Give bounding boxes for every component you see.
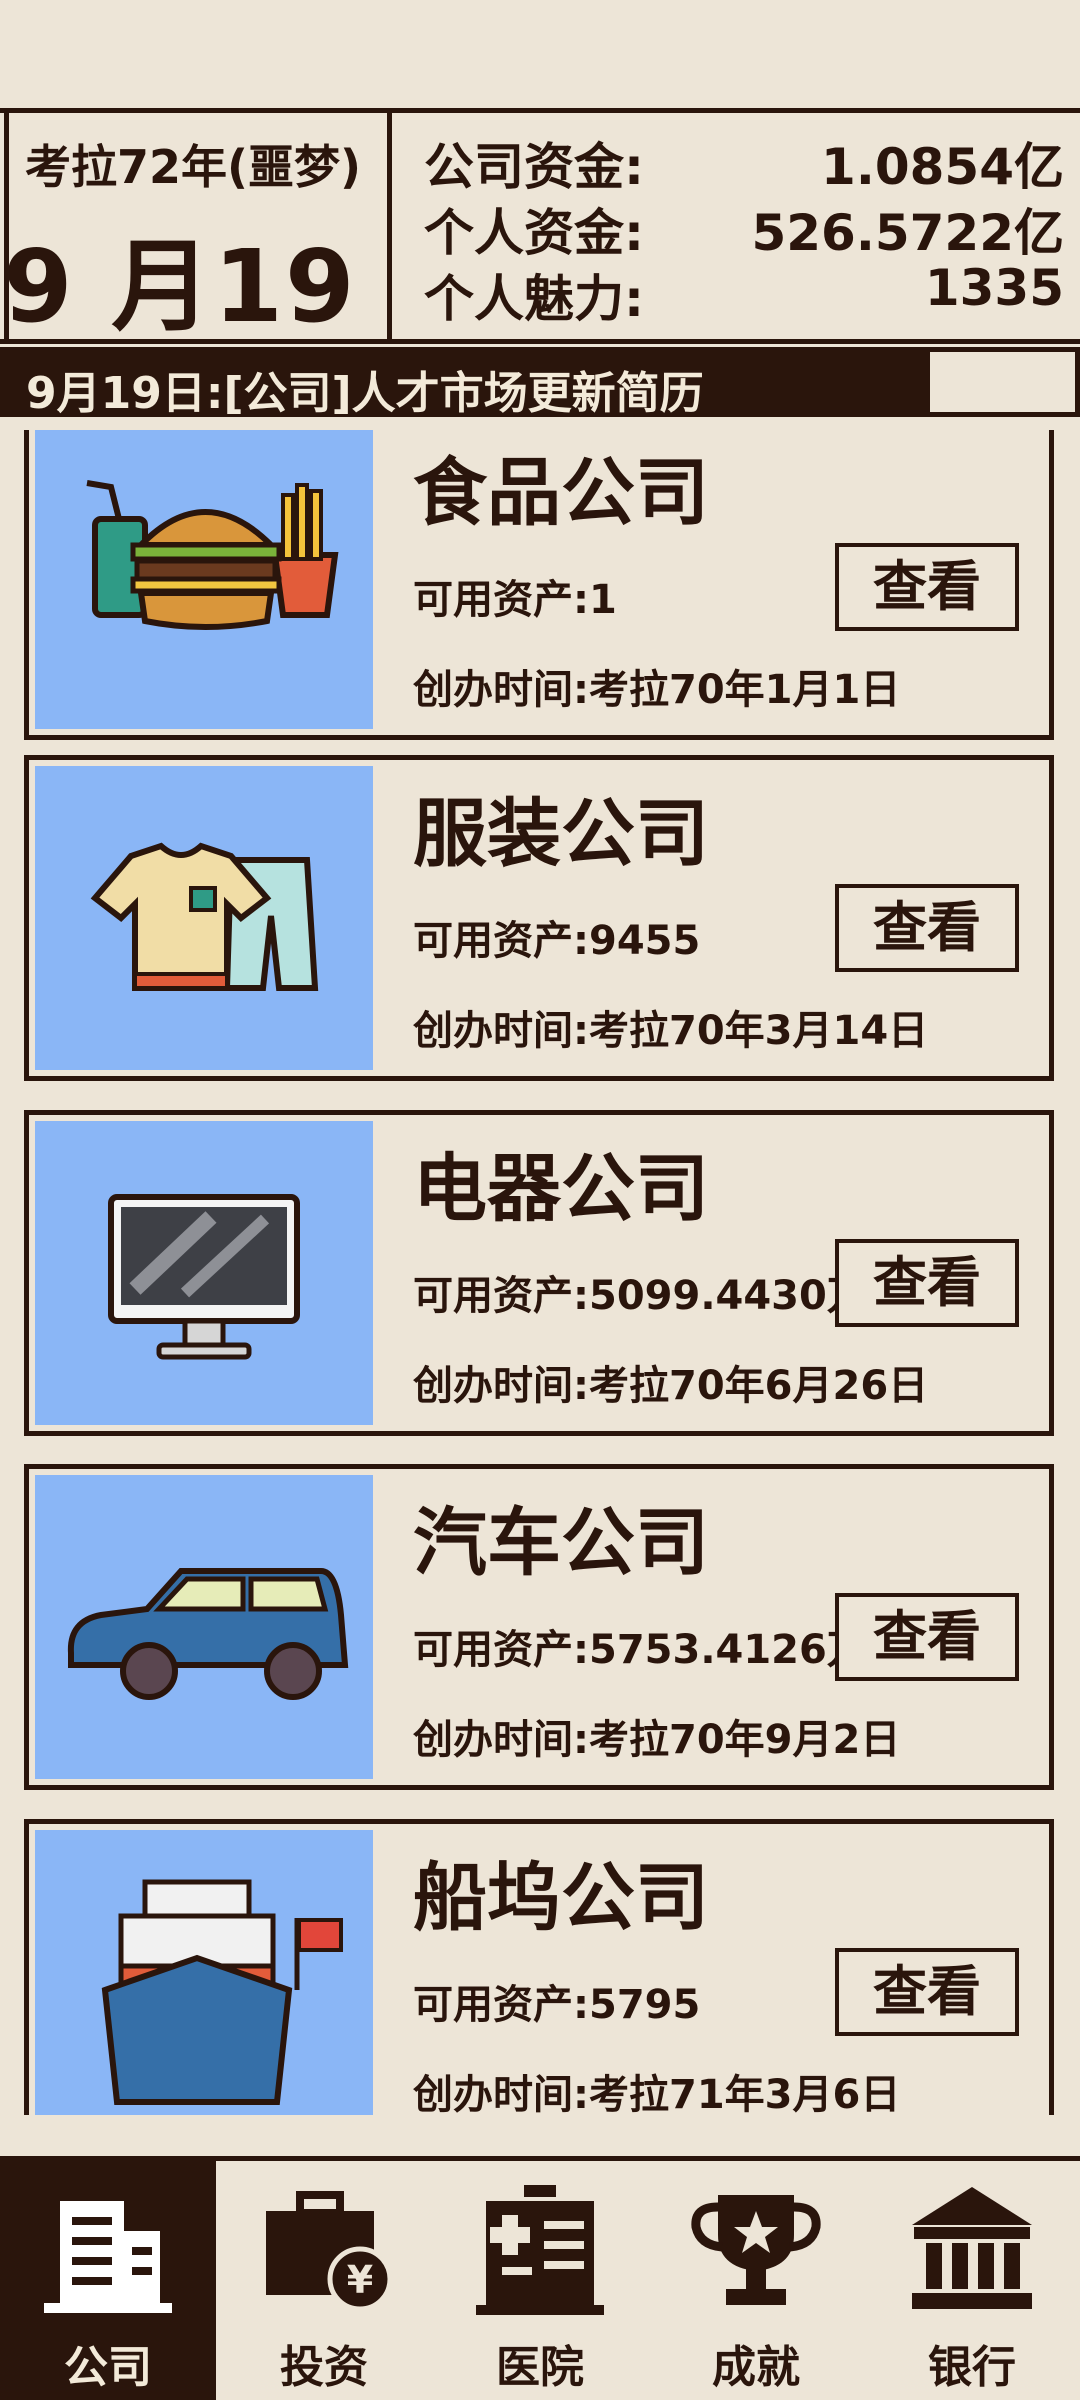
company-card-food: 食品公司 可用资产:1 创办时间:考拉70年1月1日 查看 [24, 430, 1054, 740]
car-icon [35, 1475, 373, 1779]
game-day: 9 月19 日 [4, 228, 387, 339]
building-icon [44, 2201, 172, 2313]
company-assets: 可用资产:5795 [413, 1982, 701, 2028]
tab-achievement[interactable]: 成就 [648, 2161, 864, 2400]
company-founded: 创办时间:考拉70年3月14日 [413, 1008, 929, 1054]
burger-fries-drink-icon [35, 430, 373, 729]
hospital-icon [476, 2185, 604, 2315]
personal-funds-value: 526.5722亿 [751, 204, 1064, 262]
view-button[interactable]: 查看 [835, 1948, 1019, 2036]
company-assets: 可用资产:5099.4430万 [413, 1273, 867, 1319]
company-founded: 创办时间:考拉71年3月6日 [413, 2072, 901, 2115]
company-assets: 可用资产:5753.4126万 [413, 1627, 867, 1673]
charisma-label: 个人魅力: [424, 270, 644, 328]
company-card-shipyard: 船坞公司 可用资产:5795 创办时间:考拉71年3月6日 查看 [24, 1819, 1054, 2115]
company-assets: 可用资产:9455 [413, 918, 701, 964]
company-name: 食品公司 [413, 450, 709, 536]
monitor-icon [35, 1121, 373, 1425]
news-ticker[interactable]: 9月19日:[公司]人才市场更新简历 [0, 347, 930, 419]
charisma-value: 1335 [924, 259, 1064, 317]
company-founded: 创办时间:考拉70年6月26日 [413, 1363, 929, 1409]
funds-panel: 公司资金: 1.0854亿 个人资金: 526.5722亿 个人魅力: 1335 [424, 127, 1064, 328]
bottom-tab-bar: 公司 ¥ 投资 医院 成就 银行 [0, 2156, 1080, 2400]
trophy-icon [691, 2195, 821, 2305]
company-card-electronics: 电器公司 可用资产:5099.4430万 创办时间:考拉70年6月26日 查看 [24, 1110, 1054, 1436]
company-card-clothing: 服装公司 可用资产:9455 创办时间:考拉70年3月14日 查看 [24, 755, 1054, 1081]
company-funds-row: 公司资金: 1.0854亿 [424, 127, 1064, 196]
briefcase-yen-icon: ¥ [266, 2191, 392, 2312]
tab-bank-label: 银行 [928, 2342, 1016, 2393]
view-button[interactable]: 查看 [835, 1593, 1019, 1681]
tab-hospital[interactable]: 医院 [432, 2161, 648, 2400]
personal-funds-label: 个人资金: [424, 204, 644, 262]
bank-icon [912, 2187, 1032, 2309]
company-founded: 创办时间:考拉70年1月1日 [413, 667, 901, 713]
company-assets: 可用资产:1 [413, 577, 617, 623]
charisma-row: 个人魅力: 1335 [424, 259, 1064, 328]
news-ticker-end [930, 347, 1080, 417]
tab-invest[interactable]: ¥ 投资 [216, 2161, 432, 2400]
tab-invest-label: 投资 [280, 2342, 368, 2393]
tshirt-pants-icon [35, 766, 373, 1070]
date-panel: 考拉72年(噩梦) 9 月19 日 [4, 113, 392, 339]
game-year: 考拉72年(噩梦) [25, 140, 362, 194]
company-card-automobile: 汽车公司 可用资产:5753.4126万 创办时间:考拉70年9月2日 查看 [24, 1464, 1054, 1790]
news-ticker-text: 9月19日:[公司]人才市场更新简历 [26, 368, 704, 419]
tab-bank[interactable]: 银行 [864, 2161, 1080, 2400]
company-founded: 创办时间:考拉70年9月2日 [413, 1717, 901, 1763]
tab-achievement-label: 成就 [712, 2342, 800, 2393]
svg-text:¥: ¥ [347, 2258, 373, 2302]
tab-company[interactable]: 公司 [0, 2161, 216, 2400]
status-header: 考拉72年(噩梦) 9 月19 日 公司资金: 1.0854亿 个人资金: 52… [0, 108, 1080, 344]
tab-company-label: 公司 [64, 2342, 152, 2393]
ship-icon [35, 1830, 373, 2115]
company-list[interactable]: 食品公司 可用资产:1 创办时间:考拉70年1月1日 查看 服装公司 可用资产:… [0, 430, 1080, 2115]
company-funds-label: 公司资金: [424, 138, 644, 196]
company-name: 服装公司 [413, 791, 709, 877]
company-funds-value: 1.0854亿 [821, 138, 1064, 196]
view-button[interactable]: 查看 [835, 543, 1019, 631]
view-button[interactable]: 查看 [835, 1239, 1019, 1327]
personal-funds-row: 个人资金: 526.5722亿 [424, 193, 1064, 262]
company-name: 船坞公司 [413, 1855, 709, 1941]
company-name: 汽车公司 [413, 1500, 709, 1586]
company-name: 电器公司 [413, 1146, 709, 1232]
view-button[interactable]: 查看 [835, 884, 1019, 972]
tab-hospital-label: 医院 [496, 2342, 584, 2393]
